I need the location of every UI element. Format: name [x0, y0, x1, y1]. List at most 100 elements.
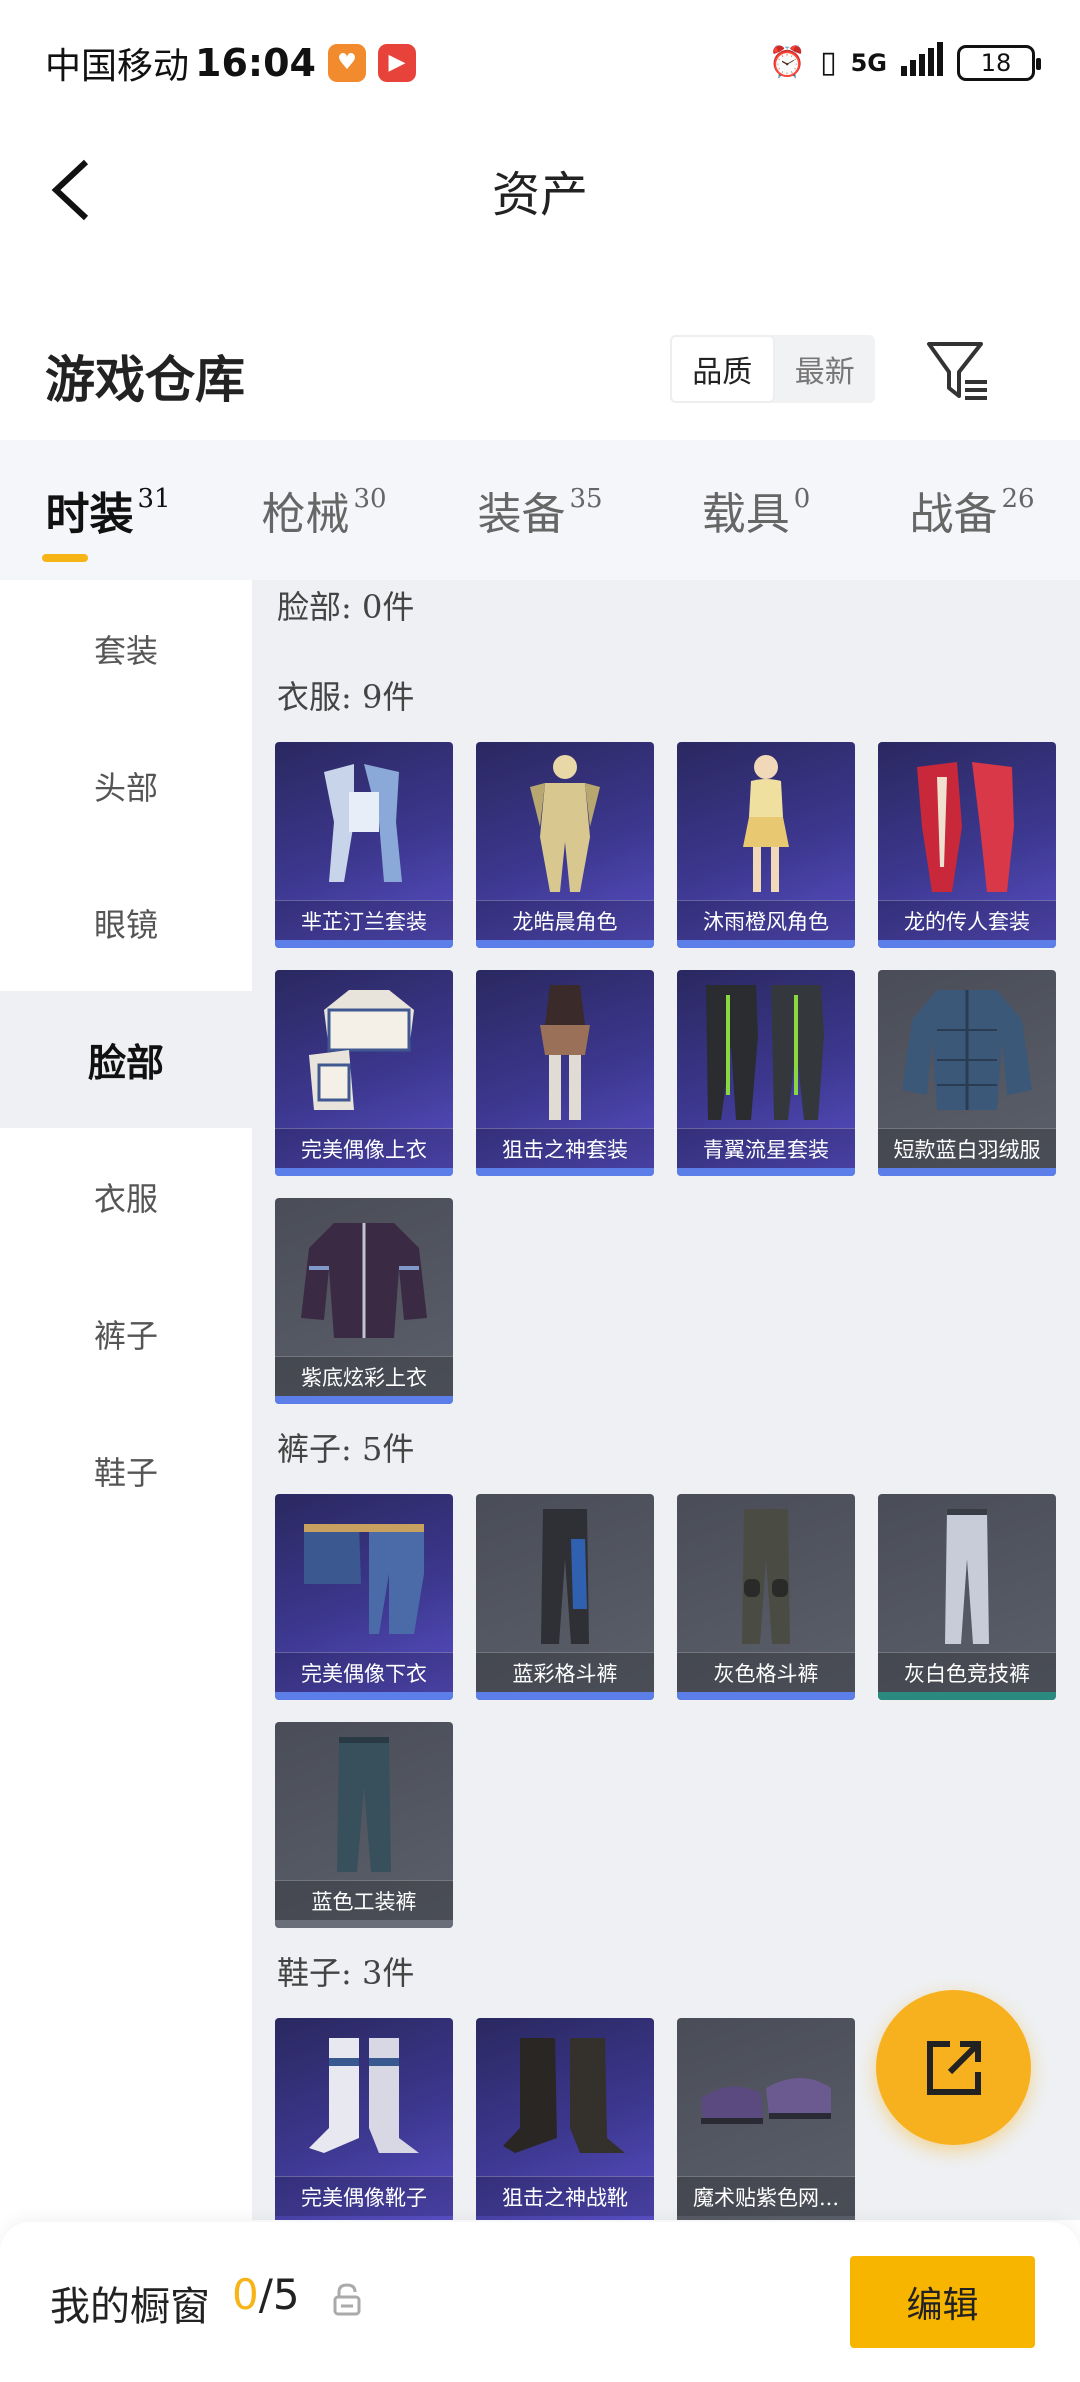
- rarity-bar: [476, 1168, 654, 1176]
- signal-icon: [901, 41, 943, 84]
- tab-label: 载具: [701, 489, 790, 540]
- tab-fashion[interactable]: 时装 31: [0, 440, 216, 580]
- battery-icon: 18: [957, 44, 1041, 81]
- item-name: 龙皓晨角色: [476, 900, 654, 940]
- tab-count: 30: [353, 484, 387, 514]
- item-card[interactable]: 完美偶像上衣: [275, 970, 453, 1176]
- item-card[interactable]: 狙击之神套装: [476, 970, 654, 1176]
- item-name: 灰色格斗裤: [677, 1652, 855, 1692]
- item-card[interactable]: 狙击之神战靴: [476, 2018, 654, 2220]
- item-card[interactable]: 青翼流星套装: [677, 970, 855, 1176]
- rarity-bar: [275, 1920, 453, 1928]
- status-bar: 中国移动 16:04 ♥ ▶ ⏰ ▯ 5G 18: [0, 0, 1080, 125]
- showcase-bar: 我的橱窗 0/5 编辑: [0, 2222, 1080, 2382]
- showcase-label: 我的橱窗: [50, 2284, 210, 2330]
- item-name: 完美偶像下衣: [275, 1652, 453, 1692]
- rarity-bar: [476, 1692, 654, 1700]
- section-title-clothes: 衣服: 9件: [277, 678, 415, 716]
- item-card[interactable]: 蓝色工装裤: [275, 1722, 453, 1928]
- sidebar-item-clothes[interactable]: 衣服: [0, 1128, 252, 1265]
- sidebar-item-head[interactable]: 头部: [0, 717, 252, 854]
- rarity-bar: [677, 940, 855, 948]
- share-button[interactable]: [876, 1990, 1031, 2145]
- jacket-image: [878, 970, 1056, 1130]
- pants-image: [476, 1494, 654, 1654]
- pants-image: [275, 1494, 453, 1654]
- pants-image: [878, 1494, 1056, 1654]
- video-app-icon: ▶: [377, 43, 416, 82]
- outfit-image: [677, 970, 855, 1130]
- rarity-bar: [275, 1168, 453, 1176]
- item-card[interactable]: 紫底炫彩上衣: [275, 1198, 453, 1404]
- boots-image: [275, 2018, 453, 2178]
- share-icon: [926, 2040, 981, 2095]
- item-card[interactable]: 灰色格斗裤: [677, 1494, 855, 1700]
- filter-icon: [927, 342, 987, 400]
- tab-firearms[interactable]: 枪械 30: [216, 440, 432, 580]
- rarity-bar: [878, 940, 1056, 948]
- item-grid-area[interactable]: 脸部: 0件 衣服: 9件 芈芷汀兰套装 龙皓晨角色 沐雨橙风角色 龙的传人套装: [252, 580, 1080, 2220]
- filter-button[interactable]: [925, 338, 991, 404]
- page-header: 资产: [0, 125, 1080, 250]
- network-type: 5G: [850, 48, 887, 77]
- character-image: [677, 742, 855, 902]
- item-card[interactable]: 完美偶像靴子: [275, 2018, 453, 2220]
- outfit-image: [878, 742, 1056, 902]
- rarity-bar: [677, 1168, 855, 1176]
- item-name: 青翼流星套装: [677, 1128, 855, 1168]
- item-name: 龙的传人套装: [878, 900, 1056, 940]
- rarity-bar: [878, 1692, 1056, 1700]
- tab-equipment[interactable]: 装备 35: [432, 440, 648, 580]
- rarity-bar: [275, 1396, 453, 1404]
- jacket-image: [275, 1198, 453, 1358]
- character-image: [476, 742, 654, 902]
- sidebar-item-pants[interactable]: 裤子: [0, 1265, 252, 1402]
- tab-count: 35: [569, 484, 603, 514]
- sidebar-item-face[interactable]: 脸部: [0, 991, 252, 1128]
- category-tabs: 时装 31 枪械 30 装备 35 载具 0 战备 26: [0, 440, 1080, 580]
- tab-label: 时装: [45, 489, 134, 540]
- tab-label: 枪械: [261, 489, 350, 540]
- rarity-bar: [476, 940, 654, 948]
- warehouse-title: 游戏仓库: [45, 350, 245, 409]
- outfit-image: [275, 742, 453, 902]
- item-card[interactable]: 沐雨橙风角色: [677, 742, 855, 948]
- shoes-image: [677, 2018, 855, 2178]
- section-title-pants: 裤子: 5件: [277, 1430, 415, 1468]
- edit-button[interactable]: 编辑: [850, 2256, 1035, 2348]
- item-card[interactable]: 龙皓晨角色: [476, 742, 654, 948]
- tab-label: 战备: [909, 489, 998, 540]
- showcase-current: 0: [232, 2270, 259, 2319]
- item-name: 蓝色工装裤: [275, 1880, 453, 1920]
- sidebar-item-shoes[interactable]: 鞋子: [0, 1402, 252, 1539]
- item-card[interactable]: 魔术贴紫色网...: [677, 2018, 855, 2220]
- rarity-bar: [677, 1692, 855, 1700]
- item-card[interactable]: 龙的传人套装: [878, 742, 1056, 948]
- sidebar-item-glasses[interactable]: 眼镜: [0, 854, 252, 991]
- alarm-icon: ⏰: [768, 45, 807, 80]
- outfit-image: [275, 970, 453, 1130]
- item-card[interactable]: 灰白色竞技裤: [878, 1494, 1056, 1700]
- sort-newest-button[interactable]: 最新: [775, 335, 876, 403]
- rarity-bar: [275, 940, 453, 948]
- item-card[interactable]: 完美偶像下衣: [275, 1494, 453, 1700]
- item-name: 短款蓝白羽绒服: [878, 1128, 1056, 1168]
- pants-image: [275, 1722, 453, 1882]
- sidebar: 套装 头部 眼镜 脸部 衣服 裤子 鞋子: [0, 580, 252, 2220]
- tab-supplies[interactable]: 战备 26: [864, 440, 1080, 580]
- section-title-face: 脸部: 0件: [277, 588, 415, 626]
- item-name: 芈芷汀兰套装: [275, 900, 453, 940]
- page-title: 资产: [491, 167, 588, 223]
- sidebar-item-suit[interactable]: 套装: [0, 580, 252, 717]
- sort-toggle: 品质 最新: [670, 335, 875, 403]
- item-name: 灰白色竞技裤: [878, 1652, 1056, 1692]
- item-card[interactable]: 蓝彩格斗裤: [476, 1494, 654, 1700]
- item-card[interactable]: 短款蓝白羽绒服: [878, 970, 1056, 1176]
- item-name: 完美偶像靴子: [275, 2176, 453, 2216]
- sort-quality-button[interactable]: 品质: [670, 335, 775, 403]
- item-name: 魔术贴紫色网...: [677, 2176, 855, 2216]
- tab-vehicles[interactable]: 载具 0: [648, 440, 864, 580]
- item-card[interactable]: 芈芷汀兰套装: [275, 742, 453, 948]
- tab-count: 31: [137, 484, 171, 514]
- item-name: 沐雨橙风角色: [677, 900, 855, 940]
